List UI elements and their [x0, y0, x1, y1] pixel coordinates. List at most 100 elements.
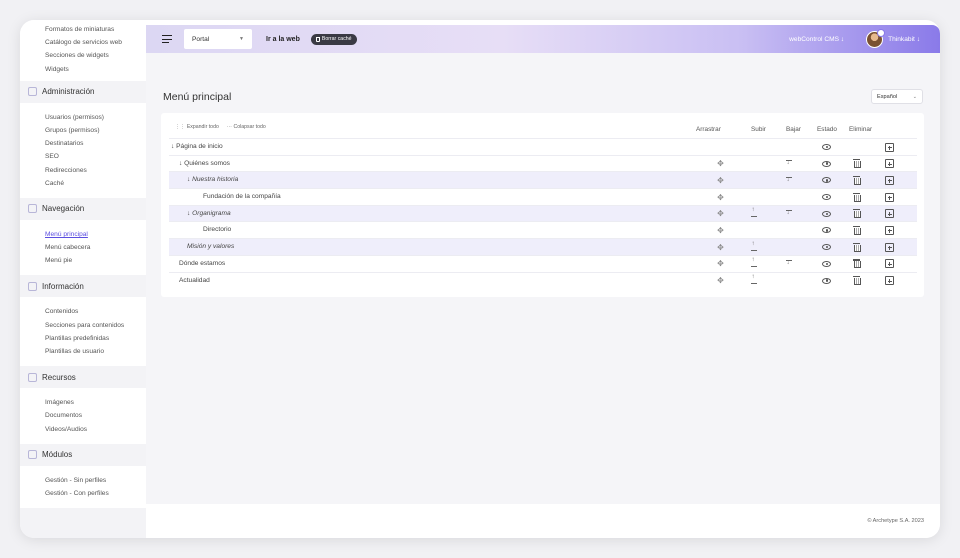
menu-tree-row[interactable]: ↓ Página de inicio	[169, 138, 917, 155]
collapse-all-button[interactable]: ⋯ Colapsar todo	[227, 124, 266, 130]
add-child-icon[interactable]	[885, 159, 894, 169]
drag-handle-icon[interactable]: ✥	[716, 209, 725, 218]
menu-item-label[interactable]: Misión y valores	[187, 243, 234, 250]
drag-handle-icon[interactable]: ✥	[716, 226, 725, 235]
eye-icon[interactable]	[822, 277, 831, 284]
sidebar-item[interactable]: Contenidos	[20, 305, 146, 318]
sidebar-item[interactable]: Gestión - Sin perfiles	[20, 474, 146, 487]
menu-tree-card: ⋮⋮ Expandir todo ⋯ Colapsar todo Arrastr…	[161, 113, 924, 297]
drag-handle-icon[interactable]: ✥	[716, 243, 725, 252]
language-select[interactable]: Español ⌄	[871, 89, 923, 104]
sidebar-item[interactable]: Redirecciones	[20, 164, 146, 177]
trash-icon[interactable]	[853, 175, 861, 185]
sidebar-item[interactable]: Grupos (permisos)	[20, 124, 146, 137]
add-child-icon[interactable]	[885, 142, 894, 152]
drag-handle-icon[interactable]: ✥	[716, 176, 725, 185]
add-child-icon[interactable]	[885, 225, 894, 235]
menu-item-label[interactable]: Actualidad	[179, 277, 210, 284]
menu-tree-row[interactable]: Dónde estamos ✥	[169, 254, 917, 272]
sidebar-item[interactable]: Imágenes	[20, 396, 146, 409]
goto-web-link[interactable]: Ir a la web	[266, 36, 300, 43]
add-child-icon[interactable]	[885, 192, 894, 202]
sidebar-item[interactable]: SEO	[20, 150, 146, 163]
trash-icon[interactable]	[853, 276, 861, 285]
add-child-icon[interactable]	[885, 175, 894, 185]
sidebar-item[interactable]: Gestión - Con perfiles	[20, 487, 146, 500]
expand-all-label: Expandir todo	[186, 124, 219, 130]
menu-item-label[interactable]: Fundación de la compañía	[203, 193, 281, 200]
eye-icon[interactable]	[822, 260, 831, 267]
sidebar-section-header[interactable]: Navegación	[20, 197, 146, 220]
eye-icon[interactable]	[822, 160, 831, 167]
clear-cache-button[interactable]: Borrar caché	[310, 33, 357, 45]
menu-item-label[interactable]: Directorio	[203, 226, 231, 233]
sidebar-section-header[interactable]: Módulos	[20, 443, 146, 466]
menu-tree-row[interactable]: Misión y valores ✥	[169, 238, 917, 255]
column-header-drag: Arrastrar	[696, 126, 721, 133]
menu-item-label[interactable]: ↓ Nuestra historia	[187, 176, 238, 183]
expand-all-button[interactable]: ⋮⋮ Expandir todo	[175, 124, 219, 130]
sidebar-item[interactable]: Plantillas predefinidas	[20, 332, 146, 345]
hamburger-menu-icon[interactable]	[162, 35, 172, 44]
sidebar-item[interactable]: Videos/Audios	[20, 423, 146, 436]
eye-icon[interactable]	[822, 244, 831, 251]
sidebar-item[interactable]: Catálogo de servicios web	[20, 36, 146, 49]
drag-handle-icon[interactable]: ✥	[716, 276, 725, 285]
sidebar-item[interactable]: Formatos de miniaturas	[20, 23, 146, 36]
sidebar-item[interactable]: Secciones de widgets	[20, 49, 146, 62]
sidebar-section-header[interactable]: Recursos	[20, 366, 146, 389]
drag-handle-icon[interactable]: ✥	[716, 259, 725, 268]
menu-tree-row[interactable]: Actualidad ✥	[169, 271, 917, 289]
trash-icon[interactable]	[853, 192, 861, 202]
sidebar-section-header[interactable]: Información	[20, 275, 146, 298]
sidebar-item[interactable]: Widgets	[20, 63, 146, 76]
eye-icon[interactable]	[822, 194, 831, 201]
trash-icon[interactable]	[853, 225, 861, 235]
menu-tree-row[interactable]: Fundación de la compañía ✥	[169, 188, 917, 205]
sidebar-item[interactable]: Destinatarios	[20, 137, 146, 150]
sidebar-section-header[interactable]: Administración	[20, 80, 146, 103]
menu-tree-row[interactable]: ↓ Quiénes somos ✥	[169, 154, 917, 172]
sidebar-item[interactable]: Secciones para contenidos	[20, 319, 146, 332]
sidebar-item[interactable]: Documentos	[20, 409, 146, 422]
add-child-icon[interactable]	[885, 259, 894, 269]
move-down-icon[interactable]	[785, 159, 793, 168]
eye-icon[interactable]	[822, 210, 831, 217]
menu-item-label[interactable]: ↓ Quiénes somos	[179, 160, 230, 167]
sidebar-item[interactable]: Plantillas de usuario	[20, 345, 146, 358]
drag-handle-icon[interactable]: ✥	[716, 159, 725, 168]
move-up-icon[interactable]	[750, 257, 758, 268]
menu-item-label[interactable]: ↓ Organigrama	[187, 210, 231, 217]
sidebar-item[interactable]: Menú pie	[20, 254, 146, 267]
avatar[interactable]	[866, 28, 886, 48]
sidebar-item[interactable]: Caché	[20, 177, 146, 190]
add-child-icon[interactable]	[885, 276, 894, 285]
add-child-icon[interactable]	[885, 209, 894, 219]
drag-handle-icon[interactable]: ✥	[716, 193, 725, 202]
menu-tree-row[interactable]: ↓ Organigrama ✥	[169, 204, 917, 222]
trash-icon[interactable]	[853, 242, 861, 252]
sidebar-item[interactable]: Usuarios (permisos)	[20, 111, 146, 124]
move-down-icon[interactable]	[785, 176, 793, 185]
menu-tree-row[interactable]: Directorio ✥	[169, 221, 917, 238]
trash-icon[interactable]	[853, 259, 861, 269]
add-child-icon[interactable]	[885, 242, 894, 252]
trash-icon[interactable]	[853, 209, 861, 219]
eye-icon[interactable]	[822, 144, 831, 150]
menu-item-label[interactable]: ↓ Página de inicio	[171, 143, 223, 150]
move-up-icon[interactable]	[750, 241, 758, 252]
portal-select[interactable]: Portal ▼	[184, 29, 252, 49]
eye-icon[interactable]	[822, 177, 831, 184]
sidebar-item[interactable]: Menú principal	[20, 228, 146, 241]
eye-icon[interactable]	[822, 227, 831, 234]
move-down-icon[interactable]	[785, 259, 793, 268]
menu-item-label[interactable]: Dónde estamos	[179, 260, 225, 267]
cms-menu[interactable]: webControl CMS ↓	[789, 36, 844, 43]
user-menu[interactable]: Thinkabit ↓	[888, 36, 920, 43]
menu-tree-row[interactable]: ↓ Nuestra historia ✥	[169, 171, 917, 189]
move-down-icon[interactable]	[785, 209, 793, 218]
trash-icon[interactable]	[853, 159, 861, 169]
sidebar-item[interactable]: Menú cabecera	[20, 241, 146, 254]
move-up-icon[interactable]	[750, 207, 758, 218]
move-up-icon[interactable]	[750, 274, 758, 285]
